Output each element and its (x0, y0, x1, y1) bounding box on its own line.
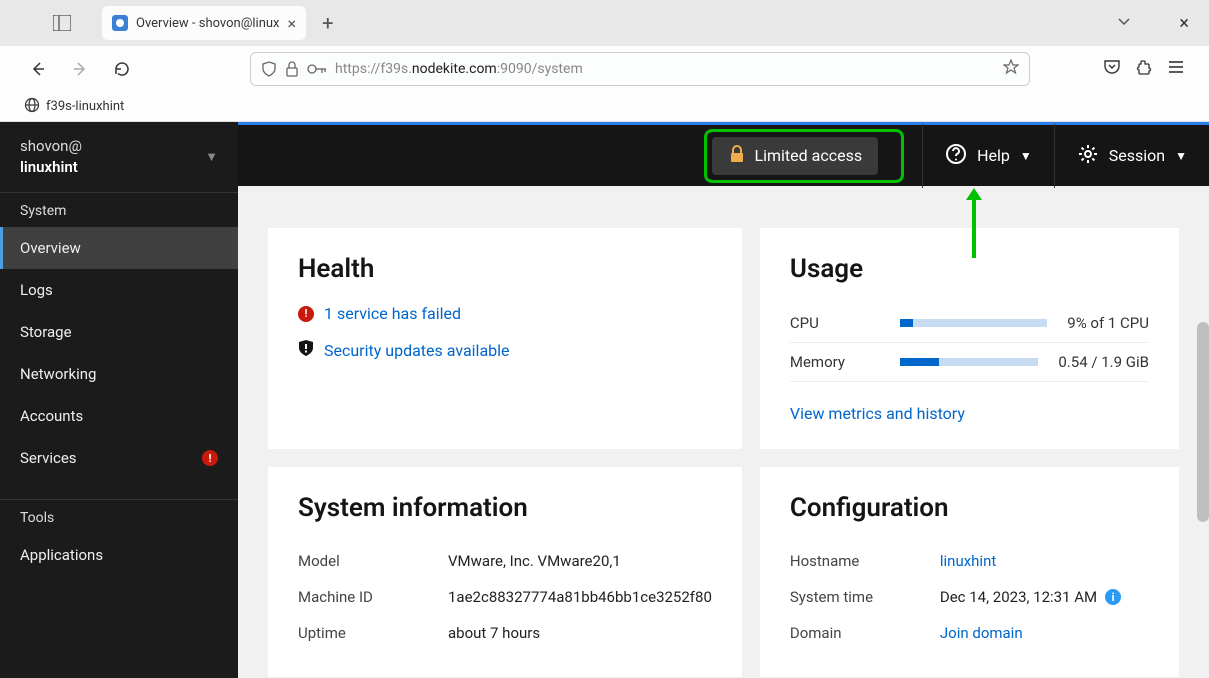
gear-icon (1077, 143, 1099, 169)
usage-memory-label: Memory (790, 353, 880, 371)
window-close-icon[interactable]: × (1169, 13, 1199, 34)
bookmark-star-icon[interactable] (1003, 59, 1019, 79)
extensions-icon[interactable] (1135, 58, 1153, 80)
sidebar-user-toggle[interactable]: shovon@ linuxhint ▼ (0, 122, 238, 192)
tab-favicon-icon (112, 15, 128, 31)
forward-button (66, 55, 94, 83)
shield-icon (261, 61, 277, 77)
lock-icon (285, 61, 299, 77)
nav-bar: https://f39s.nodekite.com:9090/system (0, 46, 1209, 92)
limited-access-button[interactable]: Limited access (712, 137, 878, 175)
health-security-updates[interactable]: Security updates available (298, 339, 712, 361)
bookmark-bar: f39s-linuxhint (0, 92, 1209, 122)
alert-badge-icon: ! (202, 450, 218, 466)
sysinfo-title: System information (298, 493, 712, 523)
sidebar-user: shovon@ linuxhint (20, 136, 82, 178)
lock-icon (728, 145, 746, 167)
tab-close-icon[interactable]: × (288, 14, 297, 33)
sidebar-item-logs[interactable]: Logs (0, 269, 238, 311)
sidebar-item-networking[interactable]: Networking (0, 353, 238, 395)
content: Limited access Help ▼ Session ▼ (238, 122, 1209, 678)
chevron-down-icon: ▼ (205, 149, 218, 165)
globe-icon (24, 97, 40, 117)
pocket-icon[interactable] (1103, 58, 1121, 80)
new-tab-button[interactable]: + (314, 11, 341, 35)
scrollbar-thumb[interactable] (1197, 322, 1209, 522)
config-card: Configuration Hostname linuxhint System … (760, 467, 1179, 677)
url-bar[interactable]: https://f39s.nodekite.com:9090/system (250, 52, 1030, 86)
sidebar-item-overview[interactable]: Overview (0, 227, 238, 269)
session-button[interactable]: Session ▼ (1054, 124, 1209, 188)
usage-memory-value: 0.54 / 1.9 GiB (1058, 353, 1149, 371)
app: shovon@ linuxhint ▼ System Overview Logs… (0, 122, 1209, 678)
sidebar: shovon@ linuxhint ▼ System Overview Logs… (0, 122, 238, 678)
key-icon (307, 63, 327, 75)
health-service-failed[interactable]: ! 1 service has failed (298, 304, 712, 323)
browser-tab[interactable]: Overview - shovon@linux × (102, 6, 306, 40)
usage-cpu-value: 9% of 1 CPU (1067, 314, 1149, 332)
tabs-dropdown-icon[interactable] (1087, 14, 1161, 32)
shield-alert-icon (298, 339, 314, 361)
sidebar-toggle-icon[interactable] (50, 11, 74, 35)
config-hostname-row: Hostname linuxhint (790, 543, 1149, 579)
sidebar-item-accounts[interactable]: Accounts (0, 395, 238, 437)
usage-cpu-label: CPU (790, 314, 880, 332)
error-icon: ! (298, 306, 314, 322)
config-title: Configuration (790, 493, 1149, 523)
info-icon[interactable]: i (1105, 589, 1121, 605)
hostname-link[interactable]: linuxhint (940, 552, 996, 570)
sidebar-item-services[interactable]: Services ! (0, 437, 238, 479)
health-card: Health ! 1 service has failed Security u… (268, 228, 742, 449)
sidebar-section-tools[interactable]: Tools (0, 499, 238, 534)
usage-cpu-bar (900, 319, 1047, 327)
topbar: Limited access Help ▼ Session ▼ (238, 122, 1209, 186)
help-icon (945, 143, 967, 169)
usage-card: Usage CPU 9% of 1 CPU Memory 0.54 / 1.9 … (760, 228, 1179, 449)
sysinfo-card: System information Model VMware, Inc. VM… (268, 467, 742, 677)
tab-title: Overview - shovon@linux (136, 16, 280, 31)
annotation-highlight: Limited access (704, 129, 904, 183)
browser-chrome: Overview - shovon@linux × + × https://f3… (0, 0, 1209, 122)
sysinfo-machineid-row: Machine ID 1ae2c88327774a81bb46bb1ce3252… (298, 579, 712, 615)
help-button[interactable]: Help ▼ (922, 124, 1054, 188)
config-time-row: System time Dec 14, 2023, 12:31 AM i (790, 579, 1149, 615)
metrics-link[interactable]: View metrics and history (790, 404, 965, 423)
usage-memory-bar (900, 358, 1039, 366)
chevron-down-icon: ▼ (1175, 149, 1187, 163)
sidebar-item-storage[interactable]: Storage (0, 311, 238, 353)
sysinfo-uptime-row: Uptime about 7 hours (298, 615, 712, 651)
usage-memory-row: Memory 0.54 / 1.9 GiB (790, 343, 1149, 382)
config-domain-row: Domain Join domain (790, 615, 1149, 651)
health-title: Health (298, 254, 712, 284)
sidebar-section-system[interactable]: System (0, 192, 238, 227)
url-text: https://f39s.nodekite.com:9090/system (335, 61, 995, 77)
chevron-down-icon: ▼ (1020, 149, 1032, 163)
hamburger-menu-icon[interactable] (1167, 58, 1185, 80)
usage-title: Usage (790, 254, 1149, 284)
sidebar-item-applications[interactable]: Applications (0, 534, 238, 576)
back-button[interactable] (24, 55, 52, 83)
usage-cpu-row: CPU 9% of 1 CPU (790, 304, 1149, 343)
tab-strip: Overview - shovon@linux × + × (0, 0, 1209, 46)
reload-button[interactable] (108, 55, 136, 83)
bookmark-item[interactable]: f39s-linuxhint (46, 99, 124, 114)
sysinfo-model-row: Model VMware, Inc. VMware20,1 (298, 543, 712, 579)
join-domain-link[interactable]: Join domain (940, 624, 1023, 642)
